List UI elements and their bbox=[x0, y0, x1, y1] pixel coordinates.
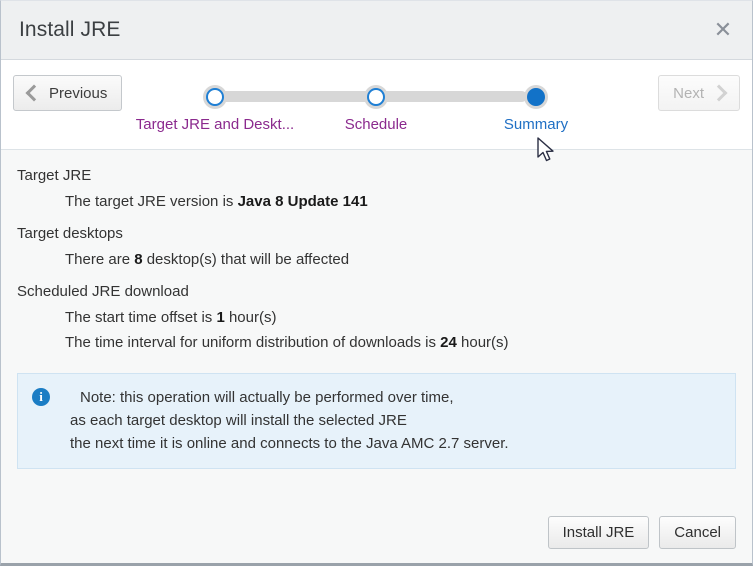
line-suffix: desktop(s) that will be affected bbox=[142, 251, 350, 268]
step-dot-icon bbox=[524, 85, 548, 109]
line-prefix: The start time offset is bbox=[65, 309, 217, 326]
section-title: Target desktops bbox=[17, 225, 123, 242]
section-title: Target JRE bbox=[17, 167, 92, 184]
section-line: The start time offset is 1 hour(s) bbox=[65, 306, 736, 330]
cancel-button[interactable]: Cancel bbox=[659, 515, 736, 549]
section-line: There are 8 desktop(s) that will be affe… bbox=[65, 248, 736, 272]
line-value: Java 8 Update 141 bbox=[237, 193, 368, 210]
step-dot-icon bbox=[203, 85, 227, 109]
note-line-2: as each target desktop will install the … bbox=[70, 412, 407, 429]
line-value: 24 bbox=[440, 334, 457, 351]
section-title: Scheduled JRE download bbox=[17, 283, 189, 300]
close-icon[interactable]: ✕ bbox=[708, 15, 738, 45]
step-dot-icon bbox=[364, 85, 388, 109]
stepper-step-label[interactable]: Schedule bbox=[296, 116, 456, 133]
line-suffix: hour(s) bbox=[456, 334, 509, 351]
dialog-title: Install JRE bbox=[19, 18, 121, 41]
line-prefix: There are bbox=[65, 251, 135, 268]
note-line-3: the next time it is online and connects … bbox=[70, 435, 509, 452]
stepper-step-label: Summary bbox=[503, 116, 569, 133]
install-jre-button[interactable]: Install JRE bbox=[547, 515, 650, 549]
next-button[interactable]: Next bbox=[658, 75, 740, 111]
next-button-label: Next bbox=[673, 84, 704, 102]
chevron-right-icon bbox=[710, 84, 728, 102]
previous-button-label: Previous bbox=[49, 84, 108, 102]
previous-button[interactable]: Previous bbox=[13, 75, 123, 111]
chevron-left-icon bbox=[25, 84, 43, 102]
dialog-titlebar: Install JRE ✕ bbox=[1, 1, 752, 60]
note-line-1: Note: this operation will actually be pe… bbox=[80, 389, 454, 406]
line-suffix: hour(s) bbox=[224, 309, 277, 326]
section-line: The target JRE version is Java 8 Update … bbox=[65, 190, 736, 214]
line-value: 1 bbox=[216, 309, 225, 326]
section-line: The time interval for uniform distributi… bbox=[65, 331, 736, 355]
line-value: 8 bbox=[134, 251, 143, 268]
wizard-header: Previous Target JRE and Deskt... Schedul… bbox=[1, 60, 752, 150]
wizard-stepper: Target JRE and Deskt... Schedule Summary bbox=[136, 60, 568, 149]
install-jre-dialog: Install JRE ✕ Previous Target JRE and De… bbox=[0, 0, 753, 566]
line-prefix: The target JRE version is bbox=[65, 193, 238, 210]
dialog-footer: Install JRE Cancel bbox=[1, 501, 752, 563]
stepper-step-label[interactable]: Target JRE and Deskt... bbox=[135, 116, 295, 133]
info-icon: i bbox=[32, 388, 50, 406]
note-text: Note: this operation will actually be pe… bbox=[70, 386, 509, 455]
note-box: i Note: this operation will actually be … bbox=[17, 373, 736, 469]
summary-content: Target JRE The target JRE version is Jav… bbox=[1, 150, 752, 501]
line-prefix: The time interval for uniform distributi… bbox=[65, 334, 441, 351]
